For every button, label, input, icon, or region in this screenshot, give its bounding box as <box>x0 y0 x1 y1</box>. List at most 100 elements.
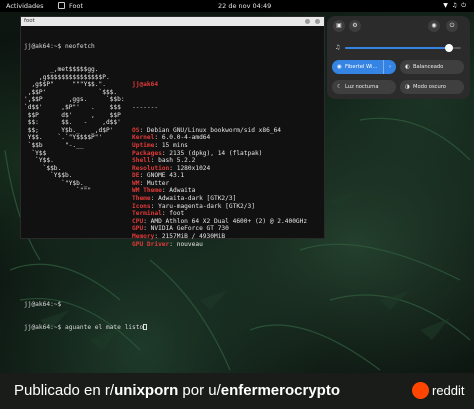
reddit-wordmark: reddit <box>432 383 465 398</box>
info-value: Debian GNU/Linux bookworm/sid x86_64 <box>146 126 282 134</box>
ascii-line: ,g$$$$$$$$$$$$$$$P. <box>24 73 110 81</box>
ascii-line: ,g$$P" """Y$$.". <box>24 81 106 89</box>
screenshot-icon[interactable]: ▣ <box>333 20 345 32</box>
info-value: GNOME 43.1 <box>146 172 185 180</box>
dark-mode-icon: ◑ <box>405 84 410 90</box>
info-value: bash 5.2.2 <box>158 157 196 165</box>
info-value: Yaru-magenta-dark [GTK2/3] <box>158 202 255 210</box>
info-row: Theme: Adwaita-dark [GTK2/3] <box>132 195 237 203</box>
info-row: Resolution: 1280x1024 <box>132 164 211 172</box>
command-line: jj@ak64:~$ aguante el mate listo <box>24 324 321 332</box>
clock[interactable]: 22 de nov 04:49 <box>218 2 271 10</box>
volume-icon: ♫ <box>451 2 458 9</box>
terminal-window[interactable]: foot jj@ak64:~$ neofetch _,met$$$$$gg. ,… <box>20 16 325 331</box>
lock-icon[interactable]: ◉ <box>428 20 440 32</box>
toggle-fibertel-wi[interactable]: ◉ Fibertel Wi... › <box>332 60 396 74</box>
ascii-line: $$P d$' , $$P <box>24 111 121 119</box>
info-key: Theme <box>132 195 151 203</box>
info-value: Mutter <box>146 179 170 187</box>
info-value: NVIDIA GeForce GT 730 <box>150 225 229 233</box>
toggle-modo-oscuro[interactable]: ◑ Modo oscuro <box>400 80 464 94</box>
ascii-line: `$$b "-.__ <box>24 141 84 149</box>
info-key: Memory <box>132 233 155 241</box>
info-value: 2135 (dpkg), 14 (flatpak) <box>169 149 263 157</box>
separator: ------- <box>132 103 159 111</box>
quick-settings-panel: ▣ ⚙ ◉ ⏻ ♫ ◉ Fibertel Wi... › ◐ Balanceado ☾ Lu… <box>327 16 470 99</box>
power-mode-icon: ◐ <box>405 64 410 70</box>
debian-ascii-logo: _,met$$$$$gg. ,g$$$$$$$$$$$$$$$P. ,g$$P"… <box>24 66 132 263</box>
network-icon: ▼ <box>443 2 448 9</box>
info-row: DE: GNOME 43.1 <box>132 172 185 180</box>
volume-icon: ♫ <box>335 44 341 51</box>
volume-slider-handle[interactable] <box>445 44 454 52</box>
info-row: Shell: bash 5.2.2 <box>132 157 196 165</box>
info-key: Kernel <box>132 134 155 142</box>
power-off-icon[interactable]: ⏻ <box>446 20 458 32</box>
info-key: GPU <box>132 225 144 233</box>
info-key: Packages <box>132 149 162 157</box>
info-key: WM Theme <box>132 187 162 195</box>
terminal-title: foot <box>24 18 35 24</box>
info-key: GPU Driver <box>132 240 170 248</box>
user-host: jj@ak64 <box>132 81 159 89</box>
text-cursor <box>143 324 148 331</box>
info-value: Adwaita <box>169 187 196 195</box>
system-info: jj@ak64 ------- OS: Debian GNU/Linux boo… <box>132 66 307 263</box>
system-menu[interactable]: ▼ ♫ ⏻ <box>443 2 466 10</box>
ascii-line: $$: $$. - ,d$$' <box>24 119 121 127</box>
ascii-line: `""" <box>24 187 92 195</box>
info-row: Packages: 2135 (dpkg), 14 (flatpak) <box>132 149 263 157</box>
reddit-logo-icon <box>412 382 429 399</box>
info-value: nouveau <box>176 240 203 248</box>
settings-icon[interactable]: ⚙ <box>349 20 361 32</box>
toggle-label: Luz nocturna <box>345 84 379 90</box>
info-value: AMD Athlon 64 X2 Dual 4600+ (2) @ 2.400G… <box>150 217 308 225</box>
current-input: jj@ak64:~$ aguante el mate listo <box>24 324 144 332</box>
ascii-line: ',$$P ,ggs. `$$b: <box>24 96 125 104</box>
info-row: WM Theme: Adwaita <box>132 187 196 195</box>
info-row: Terminal: foot <box>132 210 185 218</box>
ascii-line: `d$$' ,$P"' . $$$ <box>24 103 121 111</box>
info-row: GPU: NVIDIA GeForce GT 730 <box>132 225 229 233</box>
info-row: GPU Driver: nouveau <box>132 240 203 248</box>
caption-middle: por u/ <box>178 382 221 399</box>
info-key: Uptime <box>132 141 155 149</box>
ascii-line: _,met$$$$$gg. <box>24 65 99 73</box>
ascii-line: `Y$$b. <box>24 172 73 180</box>
info-row: WM: Mutter <box>132 179 170 187</box>
info-row: Kernel: 6.0.0-4-amd64 <box>132 134 211 142</box>
info-key: Shell <box>132 157 151 165</box>
foot-app-icon <box>58 2 65 9</box>
info-key: Icons <box>132 202 151 210</box>
info-row: OS: Debian GNU/Linux bookworm/sid x86_64 <box>132 126 282 134</box>
info-row: CPU: AMD Athlon 64 X2 Dual 4600+ (2) @ 2… <box>132 217 308 225</box>
command-line: jj@ak64:~$ neofetch <box>24 43 95 51</box>
chevron-right-icon[interactable]: › <box>383 60 396 74</box>
ascii-line: Y$$. `.`"Y$$$$P"' <box>24 134 103 142</box>
info-key: Terminal <box>132 210 162 218</box>
minimize-button[interactable] <box>305 19 310 24</box>
close-button[interactable] <box>315 19 320 24</box>
activities-button[interactable]: Actividades <box>6 2 44 10</box>
power-icon: ⏻ <box>461 2 466 9</box>
toggle-balanceado[interactable]: ◐ Balanceado <box>400 60 464 74</box>
info-value: foot <box>169 210 185 218</box>
top-bar: Actividades Foot 22 de nov 04:49 ▼ ♫ ⏻ <box>0 0 474 12</box>
night-light-icon: ☾ <box>337 84 342 90</box>
ascii-line: `Y$$. <box>24 157 54 165</box>
info-value: 15 mins <box>161 141 188 149</box>
info-row: Memory: 2157MiB / 4930MiB <box>132 233 226 241</box>
app-menu[interactable]: Foot <box>69 2 83 10</box>
ascii-line: `Y$$ <box>24 149 47 157</box>
wifi-icon: ◉ <box>337 64 342 70</box>
toggle-label: Fibertel Wi... <box>345 64 378 70</box>
subreddit-name: unixporn <box>114 382 179 399</box>
toggle-luz-nocturna[interactable]: ☾ Luz nocturna <box>332 80 396 94</box>
toggle-label: Modo oscuro <box>413 84 446 90</box>
terminal-titlebar[interactable]: foot <box>21 17 324 26</box>
caption-prefix: Publicado en r/ <box>14 382 115 399</box>
volume-slider[interactable] <box>345 44 461 52</box>
terminal-output[interactable]: jj@ak64:~$ neofetch _,met$$$$$gg. ,g$$$$… <box>21 26 324 349</box>
info-key: Resolution <box>132 164 170 172</box>
info-value: 2157MiB / 4930MiB <box>161 233 226 241</box>
